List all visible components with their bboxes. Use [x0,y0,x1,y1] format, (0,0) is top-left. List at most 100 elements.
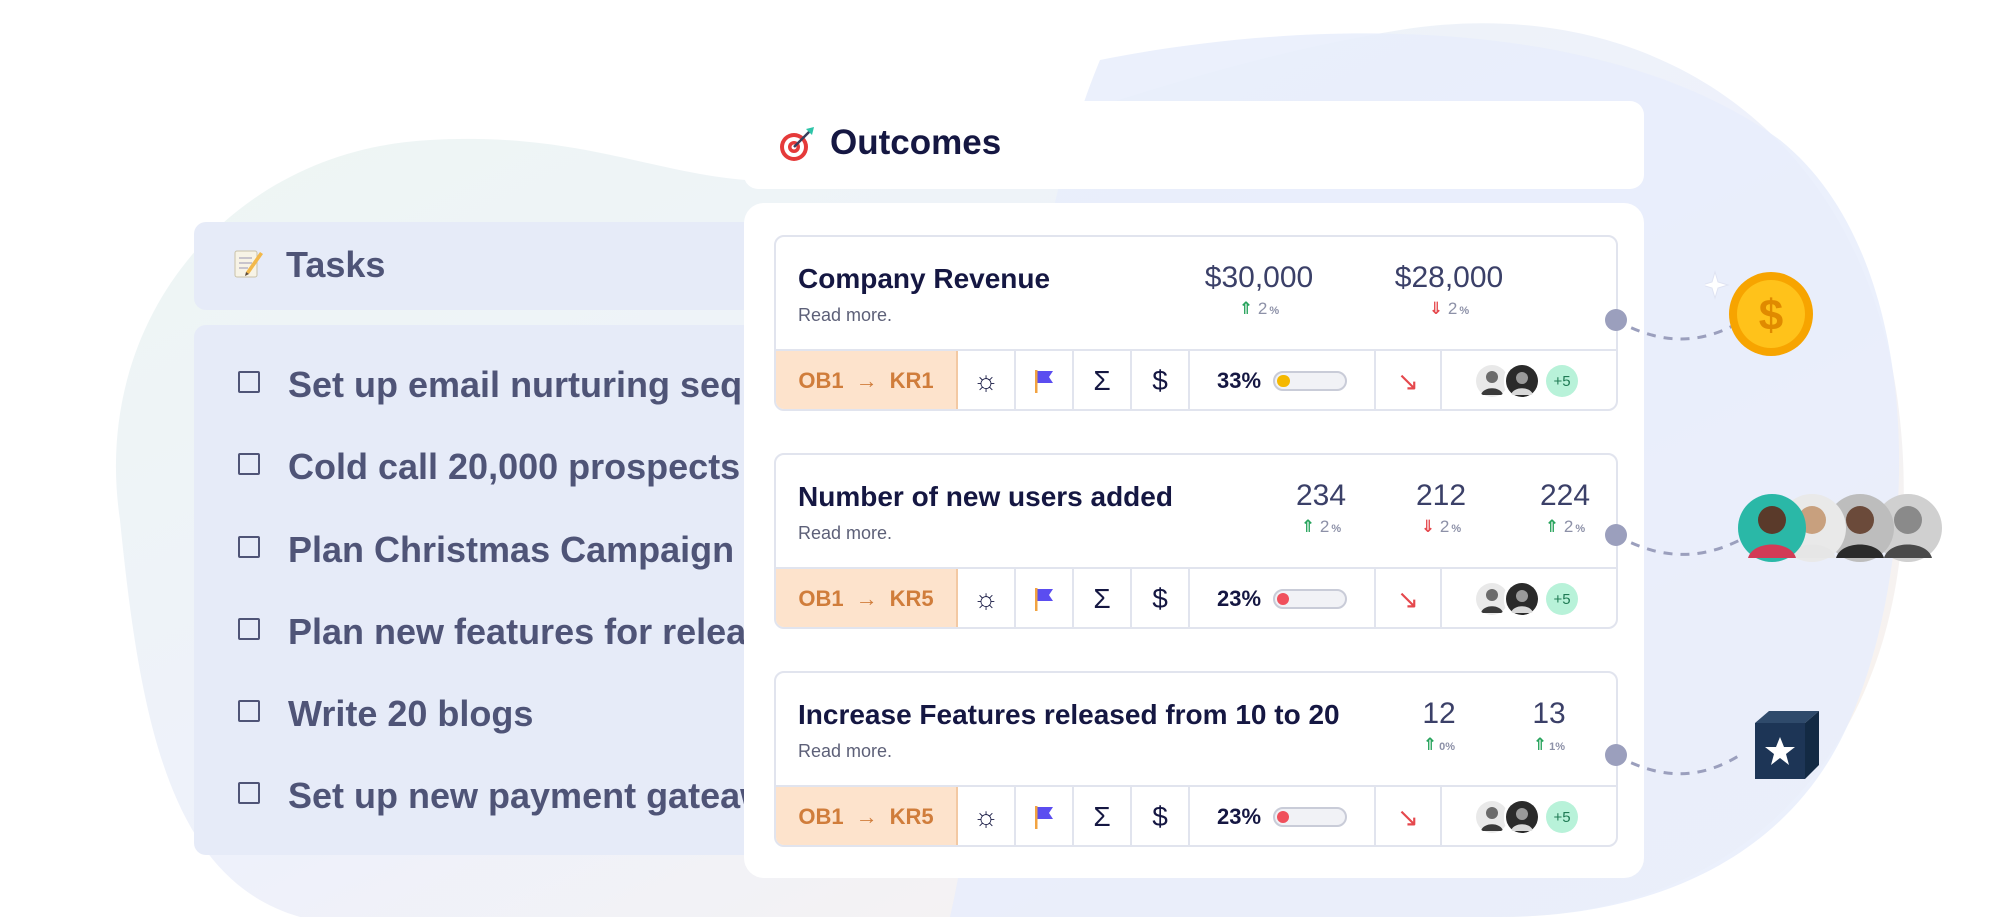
trend-button[interactable]: ↘ [1376,569,1442,627]
sum-button[interactable]: Σ [1074,351,1132,409]
dollar-icon: $ [1152,583,1168,614]
flag-button[interactable] [1016,569,1074,627]
task-checkbox[interactable] [238,618,260,640]
progress-fill [1277,593,1290,605]
metric: 11 ⇑ [1564,261,1616,319]
sum-button[interactable]: Σ [1074,787,1132,845]
progress-cell: 23% [1190,569,1376,627]
okr-link[interactable]: OB1 → KR5 [776,787,958,845]
flag-icon [1035,806,1053,829]
svg-text:$: $ [1759,291,1783,340]
read-more-link[interactable]: Read more. [798,741,892,762]
assignees[interactable]: +5 [1442,351,1616,409]
delta-value: 2 [1319,517,1330,536]
tasks-title: Tasks [286,244,386,285]
coin-icon: $ [1705,270,1813,356]
delta-value: 2 [1439,517,1450,536]
metric: $28,000 ⇓ 2% [1374,261,1524,319]
currency-button[interactable]: $ [1132,351,1190,409]
dollar-icon: $ [1152,801,1168,832]
task-checkbox[interactable] [238,453,260,475]
progress-bar [1273,371,1348,391]
metric-value: 13 [1532,697,1566,730]
outcome-card[interactable]: Company Revenue Read more. $30,000 ⇑ 2% … [774,235,1618,411]
objective-label: OB1 [798,804,844,829]
up-arrow-icon: ⇑ [1422,735,1438,754]
flag-button[interactable] [1016,787,1074,845]
trend-button[interactable]: ↘ [1376,787,1442,845]
progress-cell: 23% [1190,787,1376,845]
task-checkbox[interactable] [238,371,260,393]
progress-cell: 33% [1190,351,1376,409]
progress-label: 23% [1216,804,1262,829]
arrow-right-icon: → [855,368,878,393]
sigma-icon: Σ [1093,801,1111,832]
arrow-right-icon: → [855,804,878,829]
up-arrow-icon: ⇑ [1300,517,1316,536]
sum-button[interactable]: Σ [1074,569,1132,627]
task-checkbox[interactable] [238,782,260,804]
avatar [1504,581,1540,617]
progress-bar [1273,807,1348,827]
target-icon [780,127,814,161]
down-arrow-icon: ⇓ [1420,517,1436,536]
trend-button[interactable]: ↘ [1376,351,1442,409]
outcomes-header: Outcomes [744,101,1644,189]
currency-button[interactable]: $ [1132,569,1190,627]
metric-value: $30,000 [1204,261,1314,294]
task-item[interactable]: Write 20 blogs [194,683,794,743]
task-item[interactable]: Set up email nurturing seque [194,354,794,414]
memo-icon [234,250,263,278]
okr-link[interactable]: OB1 → KR1 [776,351,958,409]
task-item[interactable]: Cold call 20,000 prospects [194,436,794,496]
task-item[interactable]: Set up new payment gateaw [194,765,794,825]
more-assignees-badge[interactable]: +5 [1546,365,1578,397]
metric-value: 11 [1564,261,1616,295]
delta-unit: 1% [1549,741,1566,753]
sun-icon: ☼ [973,801,999,832]
sun-button[interactable]: ☼ [958,569,1016,627]
up-arrow-icon: ⇑ [1544,517,1560,536]
assignees[interactable]: +5 [1442,787,1616,845]
sun-icon: ☼ [973,365,999,396]
trend-down-icon: ↘ [1397,801,1419,832]
metric-delta: ⇓ 2% [1374,299,1524,319]
flag-button[interactable] [1016,351,1074,409]
metric-value: 224 [1539,479,1591,512]
more-assignees-badge[interactable]: +5 [1546,801,1578,833]
outcomes-panel: Company Revenue Read more. $30,000 ⇑ 2% … [744,203,1644,878]
outcome-card[interactable]: Number of new users added Read more. 234… [774,453,1618,629]
delta-unit: % [1331,523,1342,535]
task-label: Cold call 20,000 prospects [288,446,741,487]
task-label: Plan Christmas Campaign [288,529,735,570]
task-checkbox[interactable] [238,700,260,722]
sun-button[interactable]: ☼ [958,787,1016,845]
metric-value: $28,000 [1394,261,1504,294]
metric: 224 ⇑ 2% [1490,479,1616,537]
task-item[interactable]: Plan new features for releas [194,601,794,661]
assignees[interactable]: +5 [1442,569,1616,627]
task-item[interactable]: Plan Christmas Campaign [194,519,794,579]
read-more-link[interactable]: Read more. [798,305,892,326]
outcomes-title: Outcomes [830,123,1002,162]
up-arrow-icon: ⇑ [1238,299,1254,318]
task-checkbox[interactable] [238,536,260,558]
trend-down-icon: ↘ [1397,583,1419,614]
progress-fill [1277,811,1290,823]
outcome-title: Number of new users added [798,481,1173,512]
sigma-icon: Σ [1093,583,1111,614]
task-label: Write 20 blogs [288,693,534,734]
delta-unit: % [1575,523,1586,535]
outcome-card[interactable]: Increase Features released from 10 to 20… [774,671,1618,847]
okr-link[interactable]: OB1 → KR5 [776,569,958,627]
read-more-link[interactable]: Read more. [798,523,892,544]
currency-button[interactable]: $ [1132,787,1190,845]
delta-unit: % [1451,523,1462,535]
sun-button[interactable]: ☼ [958,351,1016,409]
delta-value: 2 [1447,299,1458,318]
metric-delta: ⇑ 2% [1490,517,1616,537]
tasks-header: Tasks [194,222,794,310]
key-result-label: KR5 [889,586,934,611]
more-assignees-badge[interactable]: +5 [1546,583,1578,615]
key-result-label: KR5 [889,804,934,829]
